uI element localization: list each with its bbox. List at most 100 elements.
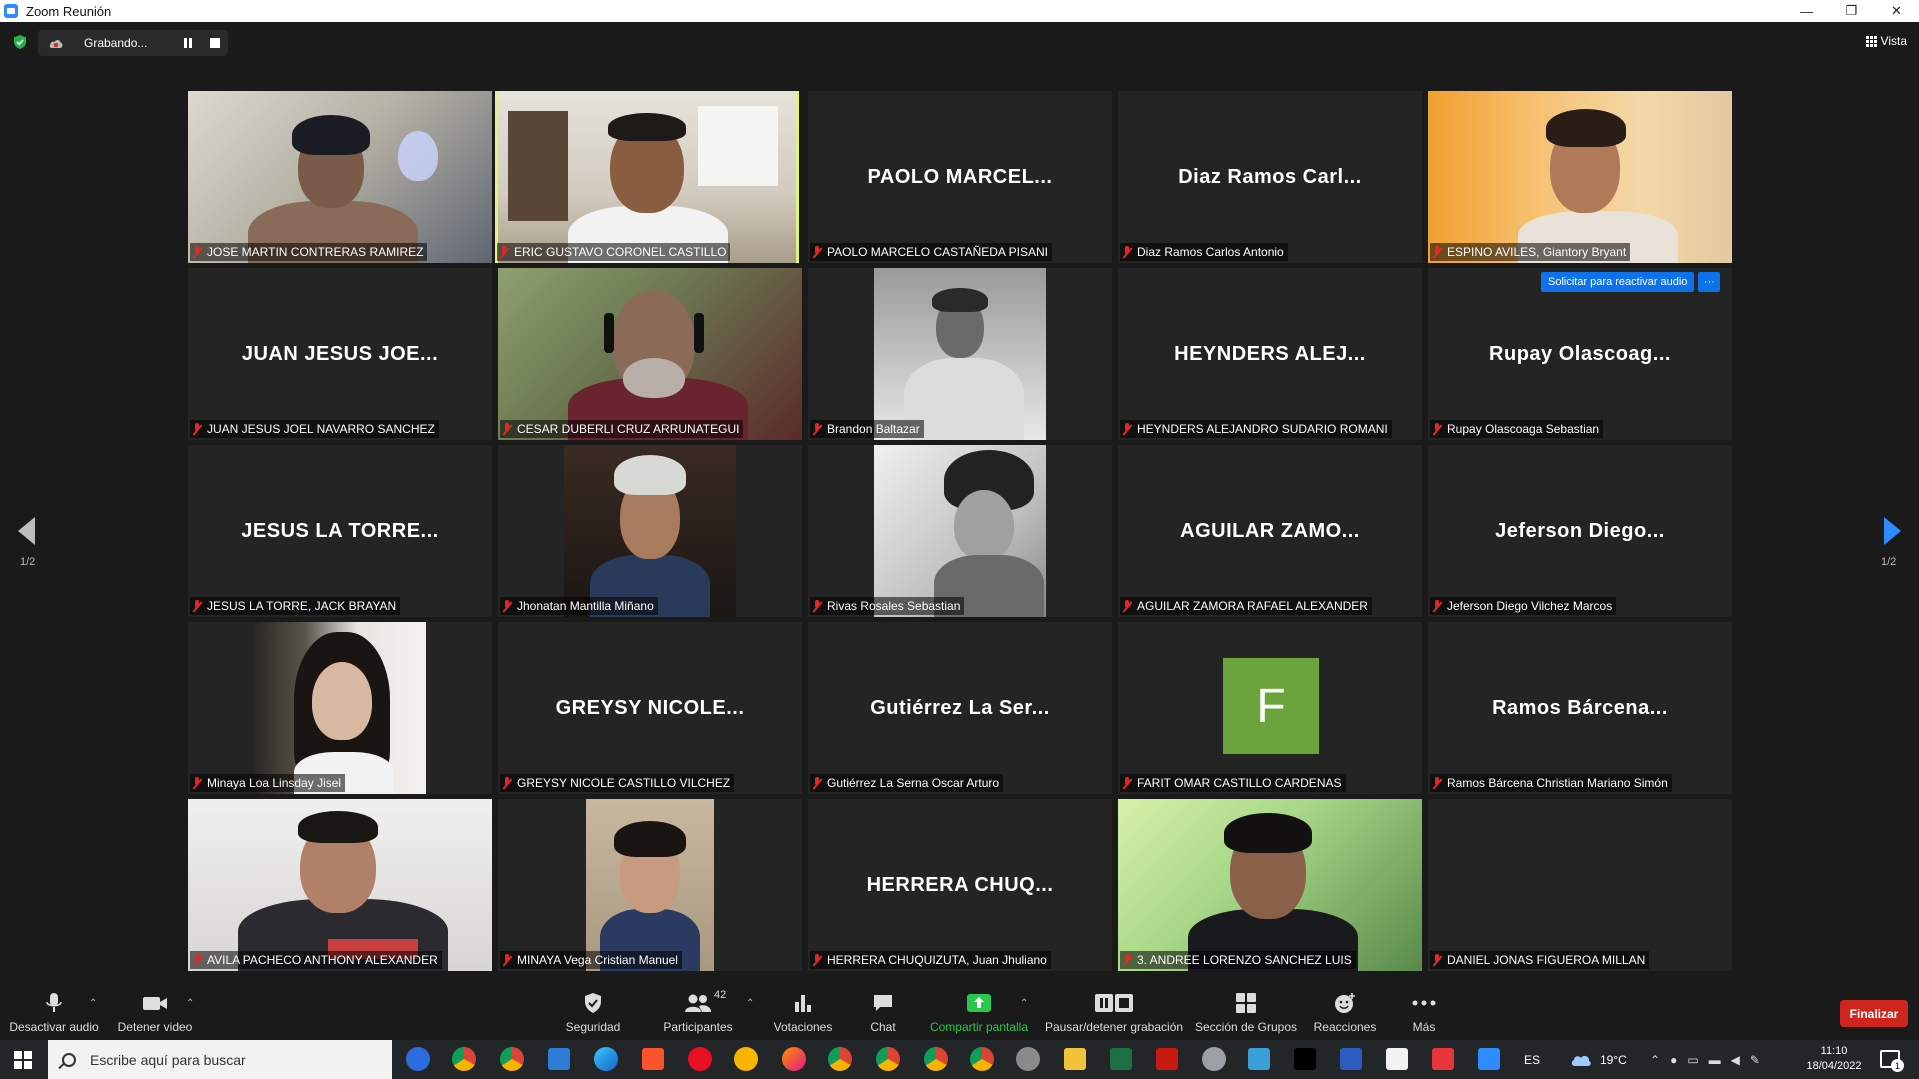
- participant-tile[interactable]: Rupay Olascoag... Rupay Olascoaga Sebast…: [1428, 268, 1732, 440]
- chat-button[interactable]: Chat: [858, 986, 908, 1040]
- notification-center-icon[interactable]: 1: [1880, 1050, 1904, 1072]
- participant-tile[interactable]: AVILA PACHECO ANTHONY ALEXANDER: [188, 799, 492, 971]
- participant-name-label: PAOLO MARCELO CASTAÑEDA PISANI: [810, 243, 1052, 261]
- participant-name-label: Jhonatan Mantilla Miñano: [500, 597, 658, 615]
- participant-tile[interactable]: Brandon Baltazar: [808, 268, 1112, 440]
- previous-page-arrow-icon[interactable]: [18, 517, 35, 545]
- acrobat-icon[interactable]: [1156, 1048, 1178, 1070]
- zoom-taskbar-icon[interactable]: [1478, 1048, 1500, 1070]
- reactions-button[interactable]: Reacciones: [1310, 986, 1380, 1040]
- devcpp-icon[interactable]: [1340, 1048, 1362, 1070]
- paint-icon[interactable]: [1016, 1047, 1040, 1071]
- request-unmute-button[interactable]: Solicitar para reactivar audio: [1541, 272, 1695, 292]
- snip-tool-icon[interactable]: [1248, 1048, 1270, 1070]
- polls-button[interactable]: Votaciones: [768, 986, 838, 1040]
- muted-mic-icon: [1122, 600, 1132, 612]
- participant-tile[interactable]: Jhonatan Mantilla Miñano: [498, 445, 802, 617]
- mail-icon[interactable]: [548, 1048, 570, 1070]
- participant-display-name: PAOLO MARCEL...: [867, 165, 1053, 188]
- participant-video: [874, 268, 1046, 440]
- battery-icon[interactable]: ▬: [1709, 1053, 1721, 1067]
- cortana-icon[interactable]: [406, 1047, 430, 1071]
- settings-gear-icon[interactable]: [1202, 1047, 1226, 1071]
- next-page-arrow-icon[interactable]: [1884, 517, 1901, 545]
- view-button[interactable]: Vista: [1865, 34, 1907, 48]
- chrome-icon[interactable]: [924, 1047, 948, 1071]
- participants-button[interactable]: 42 Participantes: [656, 986, 740, 1040]
- participant-tile[interactable]: JESUS LA TORRE... JESUS LA TORRE, JACK B…: [188, 445, 492, 617]
- participant-name-label: Jeferson Diego Vilchez Marcos: [1430, 597, 1617, 615]
- chrome-icon[interactable]: [500, 1047, 524, 1071]
- participant-tile[interactable]: DANIEL JONAS FIGUEROA MILLAN: [1428, 799, 1732, 971]
- anydesk-icon[interactable]: [1432, 1048, 1454, 1070]
- terminal-icon[interactable]: [1294, 1048, 1316, 1070]
- participant-tile[interactable]: PAOLO MARCEL... PAOLO MARCELO CASTAÑEDA …: [808, 91, 1112, 263]
- taskbar-clock[interactable]: 11:10 18/04/2022: [1796, 1044, 1872, 1074]
- network-icon[interactable]: ▭: [1687, 1053, 1698, 1067]
- participant-tile[interactable]: Minaya Loa Linsday Jisel: [188, 622, 492, 794]
- page-indicator-right: 1/2: [1881, 556, 1897, 568]
- participant-tile[interactable]: GREYSY NICOLE... GREYSY NICOLE CASTILLO …: [498, 622, 802, 794]
- muted-mic-icon: [1432, 423, 1442, 435]
- breakout-rooms-button[interactable]: Sección de Grupos: [1194, 986, 1298, 1040]
- close-button[interactable]: ✕: [1874, 0, 1919, 22]
- chrome-icon[interactable]: [876, 1047, 900, 1071]
- participant-tile[interactable]: MINAYA Vega Cristian Manuel: [498, 799, 802, 971]
- share-screen-label: Compartir pantalla: [929, 1020, 1029, 1034]
- notepad-icon[interactable]: [1386, 1048, 1408, 1070]
- participant-tile[interactable]: ESPINO AVILES, Giantory Bryant: [1428, 91, 1732, 263]
- participant-tile[interactable]: Rivas Rosales Sebastian: [808, 445, 1112, 617]
- participant-tile-active-speaker[interactable]: ERIC GUSTAVO CORONEL CASTILLO: [495, 91, 799, 263]
- participant-tile[interactable]: JUAN JESUS JOE... JUAN JESUS JOEL NAVARR…: [188, 268, 492, 440]
- microphone-tray-icon[interactable]: ●: [1670, 1053, 1677, 1067]
- pause-recording-icon[interactable]: [184, 38, 194, 48]
- participant-tile[interactable]: Ramos Bárcena... Ramos Bárcena Christian…: [1428, 622, 1732, 794]
- browser-icon[interactable]: [734, 1047, 758, 1071]
- stop-video-button[interactable]: Detener video: [116, 986, 194, 1040]
- participant-tile[interactable]: 3. ANDREE LORENZO SANCHEZ LUIS: [1118, 799, 1422, 971]
- chrome-icon[interactable]: [452, 1047, 476, 1071]
- edge-icon[interactable]: [594, 1047, 618, 1071]
- share-options-caret-icon[interactable]: ⌃: [1020, 998, 1028, 1009]
- pen-icon[interactable]: ✎: [1750, 1053, 1760, 1067]
- muted-mic-icon: [502, 600, 512, 612]
- opera-icon[interactable]: [688, 1047, 712, 1071]
- file-explorer-icon[interactable]: [1064, 1048, 1086, 1070]
- view-label: Vista: [1880, 34, 1907, 48]
- participant-tile[interactable]: Diaz Ramos Carl... Diaz Ramos Carlos Ant…: [1118, 91, 1422, 263]
- participants-caret-icon[interactable]: ⌃: [746, 998, 754, 1009]
- participant-tile[interactable]: Gutiérrez La Ser... Gutiérrez La Serna O…: [808, 622, 1112, 794]
- participant-tile[interactable]: Jeferson Diego... Jeferson Diego Vilchez…: [1428, 445, 1732, 617]
- participant-tile[interactable]: HEYNDERS ALEJ... HEYNDERS ALEJANDRO SUDA…: [1118, 268, 1422, 440]
- show-hidden-icons-icon[interactable]: ⌃: [1650, 1053, 1660, 1067]
- firefox-icon[interactable]: [782, 1047, 806, 1071]
- security-shield-icon[interactable]: [12, 34, 28, 50]
- excel-icon[interactable]: [1110, 1048, 1132, 1070]
- participant-tile[interactable]: AGUILAR ZAMO... AGUILAR ZAMORA RAFAEL AL…: [1118, 445, 1422, 617]
- brave-icon[interactable]: [642, 1048, 664, 1070]
- tile-more-options-button[interactable]: ···: [1698, 272, 1721, 292]
- share-screen-button[interactable]: Compartir pantalla: [926, 986, 1032, 1040]
- restore-button[interactable]: ❐: [1829, 0, 1874, 22]
- audio-options-caret-icon[interactable]: ⌃: [89, 998, 97, 1009]
- participant-tile[interactable]: F FARIT OMAR CASTILLO CARDENAS: [1118, 622, 1422, 794]
- breakout-rooms-label: Sección de Grupos: [1194, 1020, 1298, 1034]
- volume-icon[interactable]: ◀: [1731, 1053, 1740, 1067]
- weather-widget[interactable]: 19°C: [1570, 1040, 1627, 1079]
- chrome-icon[interactable]: [970, 1047, 994, 1071]
- mute-button[interactable]: Desactivar audio: [9, 986, 99, 1040]
- participant-tile[interactable]: CESAR DUBERLI CRUZ ARRUNATEGUI: [498, 268, 802, 440]
- participant-tile[interactable]: JOSE MARTIN CONTRERAS RAMIREZ: [188, 91, 492, 263]
- input-language[interactable]: ES: [1524, 1040, 1540, 1079]
- windows-start-icon[interactable]: [14, 1051, 32, 1069]
- security-button[interactable]: Seguridad: [558, 986, 628, 1040]
- minimize-button[interactable]: —: [1784, 0, 1829, 22]
- chrome-icon[interactable]: [828, 1047, 852, 1071]
- taskbar-search-box[interactable]: Escribe aquí para buscar: [48, 1040, 392, 1079]
- end-meeting-button[interactable]: Finalizar: [1840, 1000, 1908, 1027]
- more-button[interactable]: Más: [1404, 986, 1444, 1040]
- participant-tile[interactable]: HERRERA CHUQ... HERRERA CHUQUIZUTA, Juan…: [808, 799, 1112, 971]
- pause-stop-recording-button[interactable]: Pausar/detener grabación: [1044, 986, 1184, 1040]
- stop-recording-icon[interactable]: [210, 38, 220, 48]
- video-options-caret-icon[interactable]: ⌃: [186, 998, 194, 1009]
